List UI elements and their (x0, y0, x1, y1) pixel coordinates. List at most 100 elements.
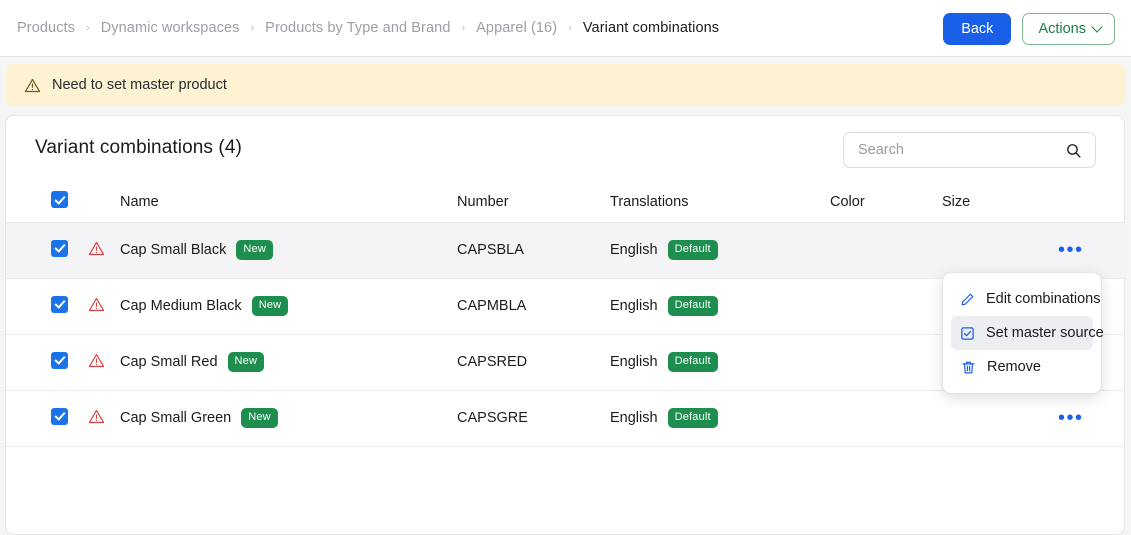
row-options-button[interactable]: ••• (1054, 406, 1088, 430)
row-color-label (830, 278, 942, 335)
new-badge: New (227, 352, 265, 372)
row-number-label: CAPMBLA (457, 278, 610, 335)
row-size-label (942, 390, 1054, 447)
chevron-down-icon (1091, 21, 1103, 33)
breadcrumb-item-variant-combinations: Variant combinations (582, 20, 720, 36)
default-badge: Default (667, 240, 718, 260)
warning-header (88, 182, 120, 223)
row-number-label: CAPSRED (457, 334, 610, 391)
checkbox-icon (960, 326, 975, 341)
breadcrumb-separator: › (86, 22, 90, 34)
row-translations-cell: English Default (610, 222, 830, 279)
breadcrumb-item-dynamic-workspaces[interactable]: Dynamic workspaces (101, 20, 240, 36)
row-translation-label: English (610, 410, 658, 426)
row-translation-label: English (610, 354, 658, 370)
new-badge: New (236, 240, 273, 260)
top-bar: Products › Dynamic workspaces › Products… (0, 0, 1131, 57)
row-warning-cell (88, 278, 120, 335)
column-header-translations[interactable]: Translations (610, 182, 830, 223)
actions-button[interactable]: Actions (1022, 13, 1115, 45)
row-warning-cell (88, 334, 120, 391)
warning-triangle-icon (88, 409, 105, 429)
row-translation-label: English (610, 298, 658, 314)
top-bar-actions: Back Actions (943, 13, 1115, 45)
warning-triangle-icon (88, 297, 105, 317)
row-select-cell (6, 278, 88, 335)
new-badge: New (241, 408, 278, 428)
row-select-cell (6, 222, 88, 279)
row-name-label: Cap Small Black (120, 242, 227, 258)
page-title: Variant combinations (4) (35, 137, 242, 158)
row-warning-cell (88, 222, 120, 279)
breadcrumb-item-apparel[interactable]: Apparel (16) (476, 20, 557, 36)
row-color-label (830, 334, 942, 391)
card-header: Variant combinations (4) (6, 116, 1124, 182)
row-warning-cell (88, 390, 120, 447)
breadcrumb-separator: › (250, 22, 255, 34)
trash-icon (960, 360, 976, 375)
table-header-row: Name Number Translations Color Size (6, 182, 1126, 223)
menu-item-set-master-source[interactable]: Set master source (951, 316, 1104, 350)
row-name-label: Cap Medium Black (120, 298, 242, 314)
menu-item-label: Remove (987, 359, 1041, 375)
row-name-label: Cap Small Green (120, 410, 232, 426)
column-header-number[interactable]: Number (457, 182, 610, 223)
row-name-cell: Cap Medium Black New (120, 278, 457, 335)
row-translations-cell: English Default (610, 278, 830, 335)
select-all-header (6, 182, 88, 223)
actions-button-label: Actions (1038, 21, 1086, 37)
menu-item-label: Edit combinations (986, 291, 1101, 307)
row-color-label (830, 390, 942, 447)
menu-item-remove[interactable]: Remove (951, 350, 1093, 384)
breadcrumb-item-products[interactable]: Products (17, 20, 75, 36)
breadcrumb-item-products-by-type-and-brand[interactable]: Products by Type and Brand (265, 20, 450, 36)
breadcrumb-separator: › (568, 22, 572, 34)
default-badge: Default (667, 296, 718, 316)
row-name-cell: Cap Small Red New (120, 334, 457, 391)
row-checkbox[interactable] (51, 351, 68, 369)
warning-triangle-icon (88, 241, 105, 261)
table-row[interactable]: Cap Small Green New CAPSGRE English Defa… (6, 390, 1126, 447)
row-options-button[interactable]: ••• (1054, 238, 1088, 262)
row-color-label (830, 222, 942, 279)
row-menu-cell: ••• (1054, 222, 1126, 279)
breadcrumb-separator: › (461, 22, 466, 34)
row-size-label (942, 222, 1054, 279)
row-checkbox[interactable] (51, 407, 68, 425)
warning-triangle-icon (88, 353, 105, 373)
row-checkbox[interactable] (51, 295, 68, 313)
table-header: Name Number Translations Color Size (6, 182, 1126, 223)
default-badge: Default (667, 352, 718, 372)
row-name-cell: Cap Small Black New (120, 222, 457, 279)
menu-item-label: Set master source (986, 325, 1104, 341)
search-box[interactable] (843, 132, 1096, 168)
search-icon[interactable] (1065, 142, 1082, 159)
search-input[interactable] (844, 142, 1065, 158)
row-translations-cell: English Default (610, 390, 830, 447)
column-header-name[interactable]: Name (120, 182, 457, 223)
row-checkbox[interactable] (51, 239, 68, 257)
warning-banner: Need to set master product (6, 64, 1125, 106)
row-number-label: CAPSGRE (457, 390, 610, 447)
table-row[interactable]: Cap Small Black New CAPSBLA English Defa… (6, 222, 1126, 279)
row-translations-cell: English Default (610, 334, 830, 391)
row-name-cell: Cap Small Green New (120, 390, 457, 447)
variant-combinations-card: Variant combinations (4) Name (5, 115, 1126, 535)
menu-header (1054, 182, 1126, 223)
row-translation-label: English (610, 242, 658, 258)
back-button[interactable]: Back (943, 13, 1012, 45)
row-select-cell (6, 390, 88, 447)
warning-triangle-icon (24, 77, 41, 94)
new-badge: New (251, 296, 289, 316)
row-number-label: CAPSBLA (457, 222, 610, 279)
pencil-icon (960, 292, 975, 307)
select-all-checkbox[interactable] (51, 191, 68, 209)
column-header-size[interactable]: Size (942, 182, 1054, 223)
menu-item-edit-combinations[interactable]: Edit combinations (951, 282, 1100, 316)
breadcrumb: Products › Dynamic workspaces › Products… (17, 20, 719, 36)
default-badge: Default (667, 408, 718, 428)
row-name-label: Cap Small Red (120, 354, 218, 370)
warning-banner-message: Need to set master product (52, 77, 227, 93)
row-context-menu: Edit combinations Set master source Remo… (942, 272, 1104, 394)
column-header-color[interactable]: Color (830, 182, 942, 223)
